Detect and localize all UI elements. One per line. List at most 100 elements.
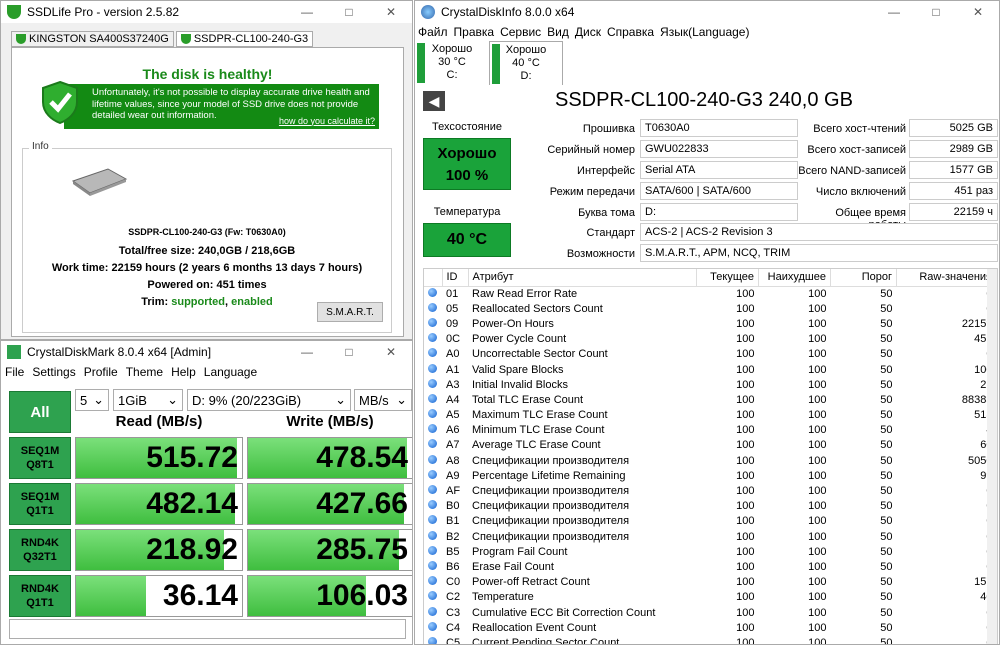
table-row[interactable]: B6 Erase Fail Count 100 100 50 0 xyxy=(424,559,997,574)
col-raw[interactable]: Raw-значения xyxy=(896,269,997,287)
table-row[interactable]: 0C Power Cycle Count 100 100 50 451 xyxy=(424,332,997,347)
disk-tab-c[interactable]: Хорошо 30 °C C: xyxy=(415,41,489,85)
status-dot-icon xyxy=(428,454,437,464)
field-value: 451 раз xyxy=(909,182,998,200)
table-row[interactable]: A7 Average TLC Erase Count 100 100 50 60 xyxy=(424,438,997,453)
menu-profile[interactable]: Profile xyxy=(84,365,118,379)
table-row[interactable]: A0 Uncorrectable Sector Count 100 100 50… xyxy=(424,347,997,362)
table-row[interactable]: A6 Minimum TLC Erase Count 100 100 50 4 xyxy=(424,423,997,438)
maximize-button[interactable]: □ xyxy=(328,341,370,363)
tab-ssdpr[interactable]: SSDPR-CL100-240-G3 xyxy=(175,31,314,47)
table-row[interactable]: C5 Current Pending Sector Count 100 100 … xyxy=(424,635,997,644)
maximize-button[interactable]: □ xyxy=(915,1,957,23)
field-label: Всего хост-записей xyxy=(807,144,906,156)
table-scrollbar[interactable] xyxy=(987,269,997,644)
table-row[interactable]: 09 Power-On Hours 100 100 50 22159 xyxy=(424,316,997,331)
work-time: Work time: 22159 hours (2 years 6 months… xyxy=(51,262,363,274)
drive-select[interactable]: D: 9% (20/223GiB) ⌄ xyxy=(187,389,351,411)
menu-file[interactable]: File xyxy=(5,365,24,379)
count-select[interactable]: 5 ⌄ xyxy=(75,389,109,411)
unit-select[interactable]: MB/s ⌄ xyxy=(354,389,412,411)
write-result: 285.75 xyxy=(247,529,412,571)
features-value: S.M.A.R.T., APM, NCQ, TRIM xyxy=(640,244,998,262)
status-dot-icon xyxy=(428,485,437,495)
field-value: Serial ATA xyxy=(640,161,798,179)
table-row[interactable]: B0 Спецификации производителя 100 100 50… xyxy=(424,499,997,514)
shield-icon xyxy=(180,34,191,44)
cdm-title: CrystalDiskMark 8.0.4 x64 [Admin] xyxy=(27,345,212,359)
table-row[interactable]: A8 Спецификации производителя 100 100 50… xyxy=(424,453,997,468)
status-dot-icon xyxy=(428,424,437,434)
menu-settings[interactable]: Settings xyxy=(32,365,75,379)
table-row[interactable]: 01 Raw Read Error Rate 100 100 50 0 xyxy=(424,286,997,301)
maximize-button[interactable]: □ xyxy=(328,1,370,23)
status-dot-icon xyxy=(428,393,437,403)
smart-button[interactable]: S.M.A.R.T. xyxy=(317,302,383,322)
menu-view[interactable]: Вид xyxy=(547,25,569,39)
col-current[interactable]: Текущее xyxy=(696,269,759,287)
disk-tab-d[interactable]: Хорошо 40 °C D: xyxy=(489,41,563,85)
minimize-button[interactable]: — xyxy=(286,341,328,363)
table-row[interactable]: C0 Power-off Retract Count 100 100 50 15… xyxy=(424,575,997,590)
table-row[interactable]: A1 Valid Spare Blocks 100 100 50 100 xyxy=(424,362,997,377)
menu-language[interactable]: Language xyxy=(204,365,257,379)
comment-field[interactable] xyxy=(9,619,406,639)
field-label: Интерфейс xyxy=(577,165,635,177)
table-row[interactable]: B2 Спецификации производителя 100 100 50… xyxy=(424,529,997,544)
field-value: SATA/600 | SATA/600 xyxy=(640,182,798,200)
field-label: Число включений xyxy=(815,186,906,198)
table-row[interactable]: A4 Total TLC Erase Count 100 100 50 8838… xyxy=(424,392,997,407)
cdm-app-icon xyxy=(7,345,21,359)
back-arrow-icon[interactable]: ◀ xyxy=(423,91,445,111)
menu-help[interactable]: Справка xyxy=(607,25,654,39)
close-button[interactable]: ✕ xyxy=(370,341,412,363)
size-select[interactable]: 1GiB ⌄ xyxy=(113,389,183,411)
status-dot-icon xyxy=(428,636,437,644)
table-row[interactable]: A9 Percentage Lifetime Remaining 100 100… xyxy=(424,468,997,483)
close-button[interactable]: ✕ xyxy=(370,1,412,23)
menu-file[interactable]: Файл xyxy=(418,25,448,39)
col-attribute[interactable]: Атрибут xyxy=(468,269,697,287)
temp-label: Температура xyxy=(433,206,501,218)
calc-link[interactable]: how do you calculate it? xyxy=(279,116,375,128)
menu-edit[interactable]: Правка xyxy=(454,25,495,39)
test-button[interactable]: SEQ1M Q1T1 xyxy=(9,483,71,525)
status-dot-icon xyxy=(428,348,437,358)
cdm-menubar: File Settings Profile Theme Help Languag… xyxy=(1,363,412,381)
table-row[interactable]: C3 Cumulative ECC Bit Correction Count 1… xyxy=(424,605,997,620)
table-row[interactable]: A5 Maximum TLC Erase Count 100 100 50 51… xyxy=(424,408,997,423)
table-row[interactable]: C4 Reallocation Event Count 100 100 50 0 xyxy=(424,620,997,635)
status-dot-icon xyxy=(428,576,437,586)
status-dot-icon xyxy=(428,317,437,327)
menu-help[interactable]: Help xyxy=(171,365,196,379)
minimize-button[interactable]: — xyxy=(873,1,915,23)
col-threshold[interactable]: Порог xyxy=(830,269,897,287)
read-result: 218.92 xyxy=(75,529,243,571)
test-button[interactable]: RND4K Q1T1 xyxy=(9,575,71,617)
tab-kingston[interactable]: KINGSTON SA400S37240G xyxy=(11,31,174,47)
col-worst[interactable]: Наихудшее xyxy=(758,269,831,287)
table-row[interactable]: B1 Спецификации производителя 100 100 50… xyxy=(424,514,997,529)
status-dot-icon xyxy=(428,500,437,510)
status-dot-icon xyxy=(428,591,437,601)
table-row[interactable]: AF Спецификации производителя 100 100 50… xyxy=(424,483,997,498)
test-button[interactable]: SEQ1M Q8T1 xyxy=(9,437,71,479)
minimize-button[interactable]: — xyxy=(286,1,328,23)
menu-language[interactable]: Язык(Language) xyxy=(660,25,749,39)
status-dot-icon xyxy=(428,378,437,388)
table-row[interactable]: 05 Reallocated Sectors Count 100 100 50 … xyxy=(424,301,997,316)
table-row[interactable]: A3 Initial Invalid Blocks 100 100 50 21 xyxy=(424,377,997,392)
table-row[interactable]: C2 Temperature 100 100 50 40 xyxy=(424,590,997,605)
col-id[interactable]: ID xyxy=(442,269,469,287)
table-row[interactable]: B5 Program Fail Count 100 100 50 0 xyxy=(424,544,997,559)
close-button[interactable]: ✕ xyxy=(957,1,999,23)
read-result: 482.14 xyxy=(75,483,243,525)
cdm-window: CrystalDiskMark 8.0.4 x64 [Admin] — □ ✕ … xyxy=(0,340,413,645)
menu-service[interactable]: Сервис xyxy=(500,25,541,39)
chevron-down-icon: ⌄ xyxy=(396,392,407,407)
drive-name: SSDPR-CL100-240-G3 (Fw: T0630A0) xyxy=(128,227,286,237)
menu-disk[interactable]: Диск xyxy=(575,25,601,39)
menu-theme[interactable]: Theme xyxy=(126,365,163,379)
all-button[interactable]: All xyxy=(9,391,71,433)
test-button[interactable]: RND4K Q32T1 xyxy=(9,529,71,571)
